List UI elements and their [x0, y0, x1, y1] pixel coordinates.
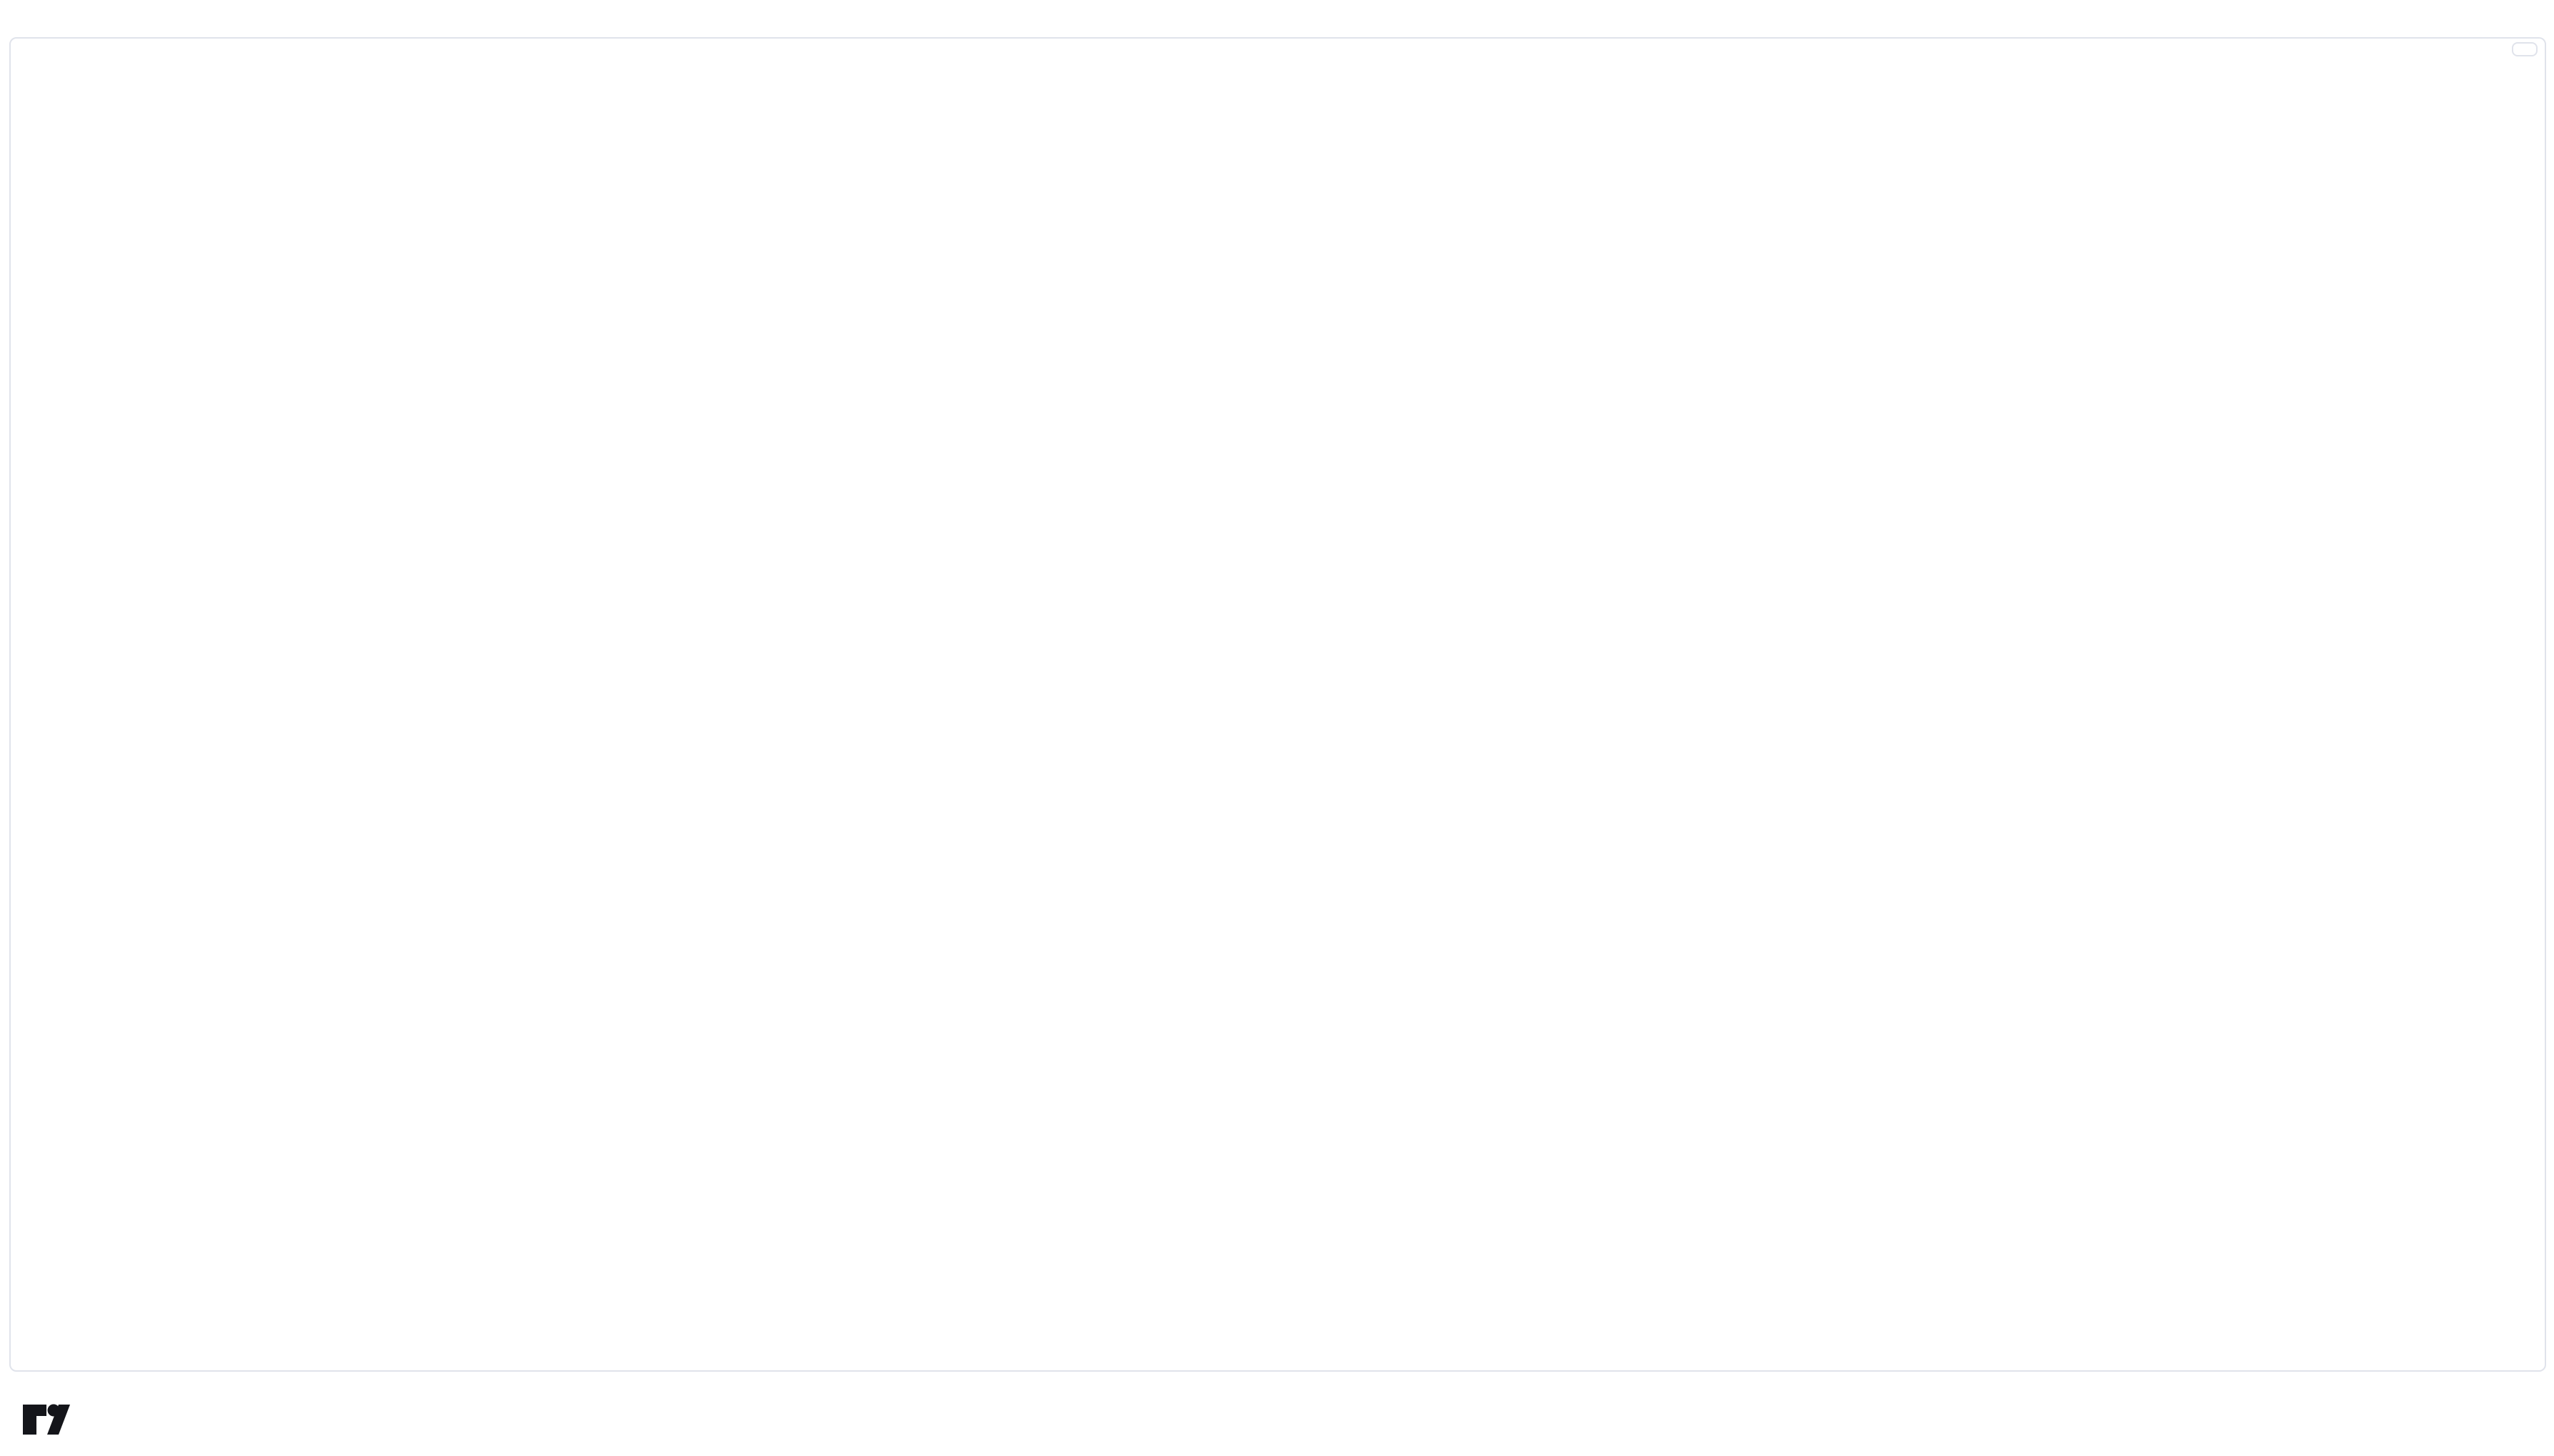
- tradingview-logo-icon: [21, 1399, 71, 1440]
- tradingview-logo[interactable]: [21, 1399, 83, 1440]
- currency-badge: [2512, 42, 2538, 56]
- chart-card: [9, 37, 2546, 1372]
- price-chart-svg[interactable]: [11, 39, 2542, 1367]
